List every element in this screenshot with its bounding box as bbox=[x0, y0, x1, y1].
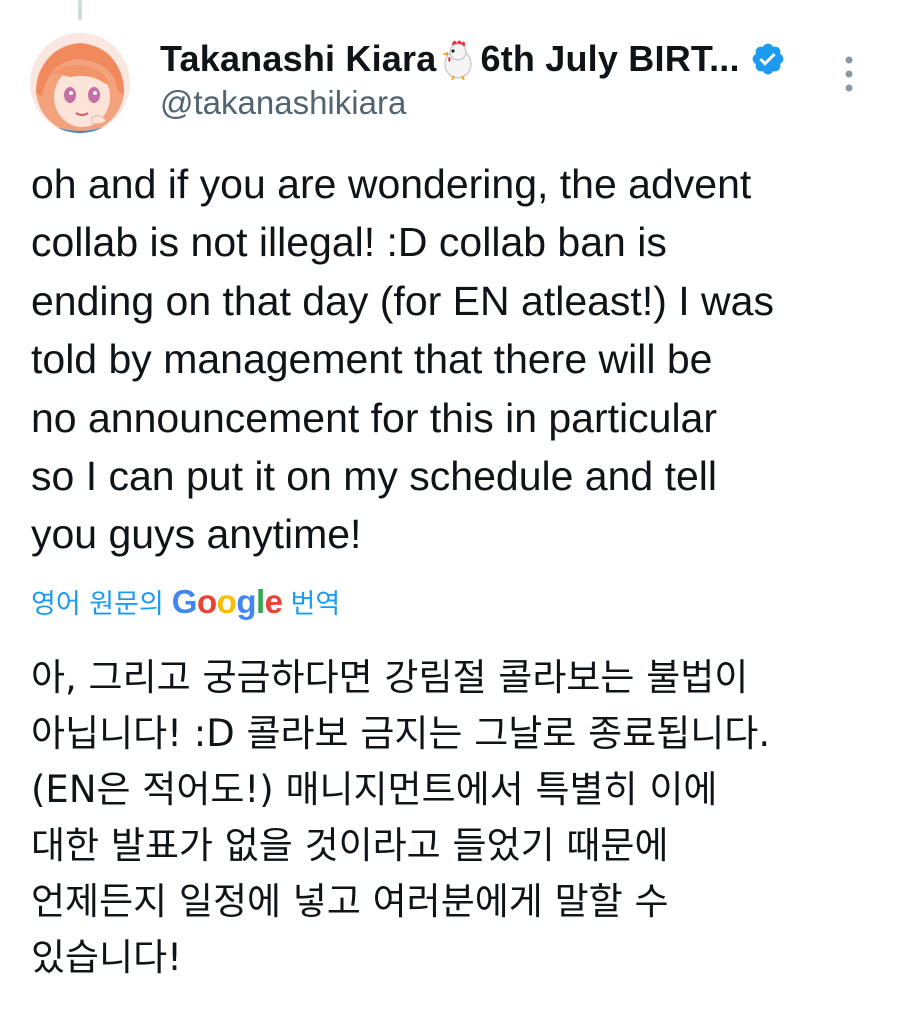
author-display-name-suffix[interactable]: 6th July BIRT... bbox=[480, 38, 739, 80]
avatar[interactable] bbox=[30, 33, 130, 133]
author-name-row[interactable]: Takanashi Kiara 6th July BIRT... bbox=[160, 38, 786, 81]
verified-badge-icon bbox=[750, 41, 786, 77]
tweet-text: oh and if you are wondering, the advent … bbox=[31, 161, 774, 558]
more-options-icon[interactable] bbox=[836, 52, 862, 96]
translate-suffix: 번역 bbox=[290, 589, 341, 620]
translated-tweet-text: 아, 그리고 궁금하다면 강림절 콜라보는 불법이 아닙니다! :D 콜라보 금… bbox=[31, 656, 771, 979]
chicken-icon bbox=[438, 38, 478, 81]
translate-prefix: 영어 원문의 bbox=[31, 589, 164, 620]
google-logo: Google bbox=[171, 582, 283, 620]
author-handle[interactable]: @takanashikiara bbox=[160, 84, 406, 122]
translate-link[interactable]: 영어 원문의 Google 번역 bbox=[31, 582, 340, 621]
thread-connector-line bbox=[78, 0, 82, 20]
author-display-name[interactable]: Takanashi Kiara bbox=[160, 38, 436, 80]
